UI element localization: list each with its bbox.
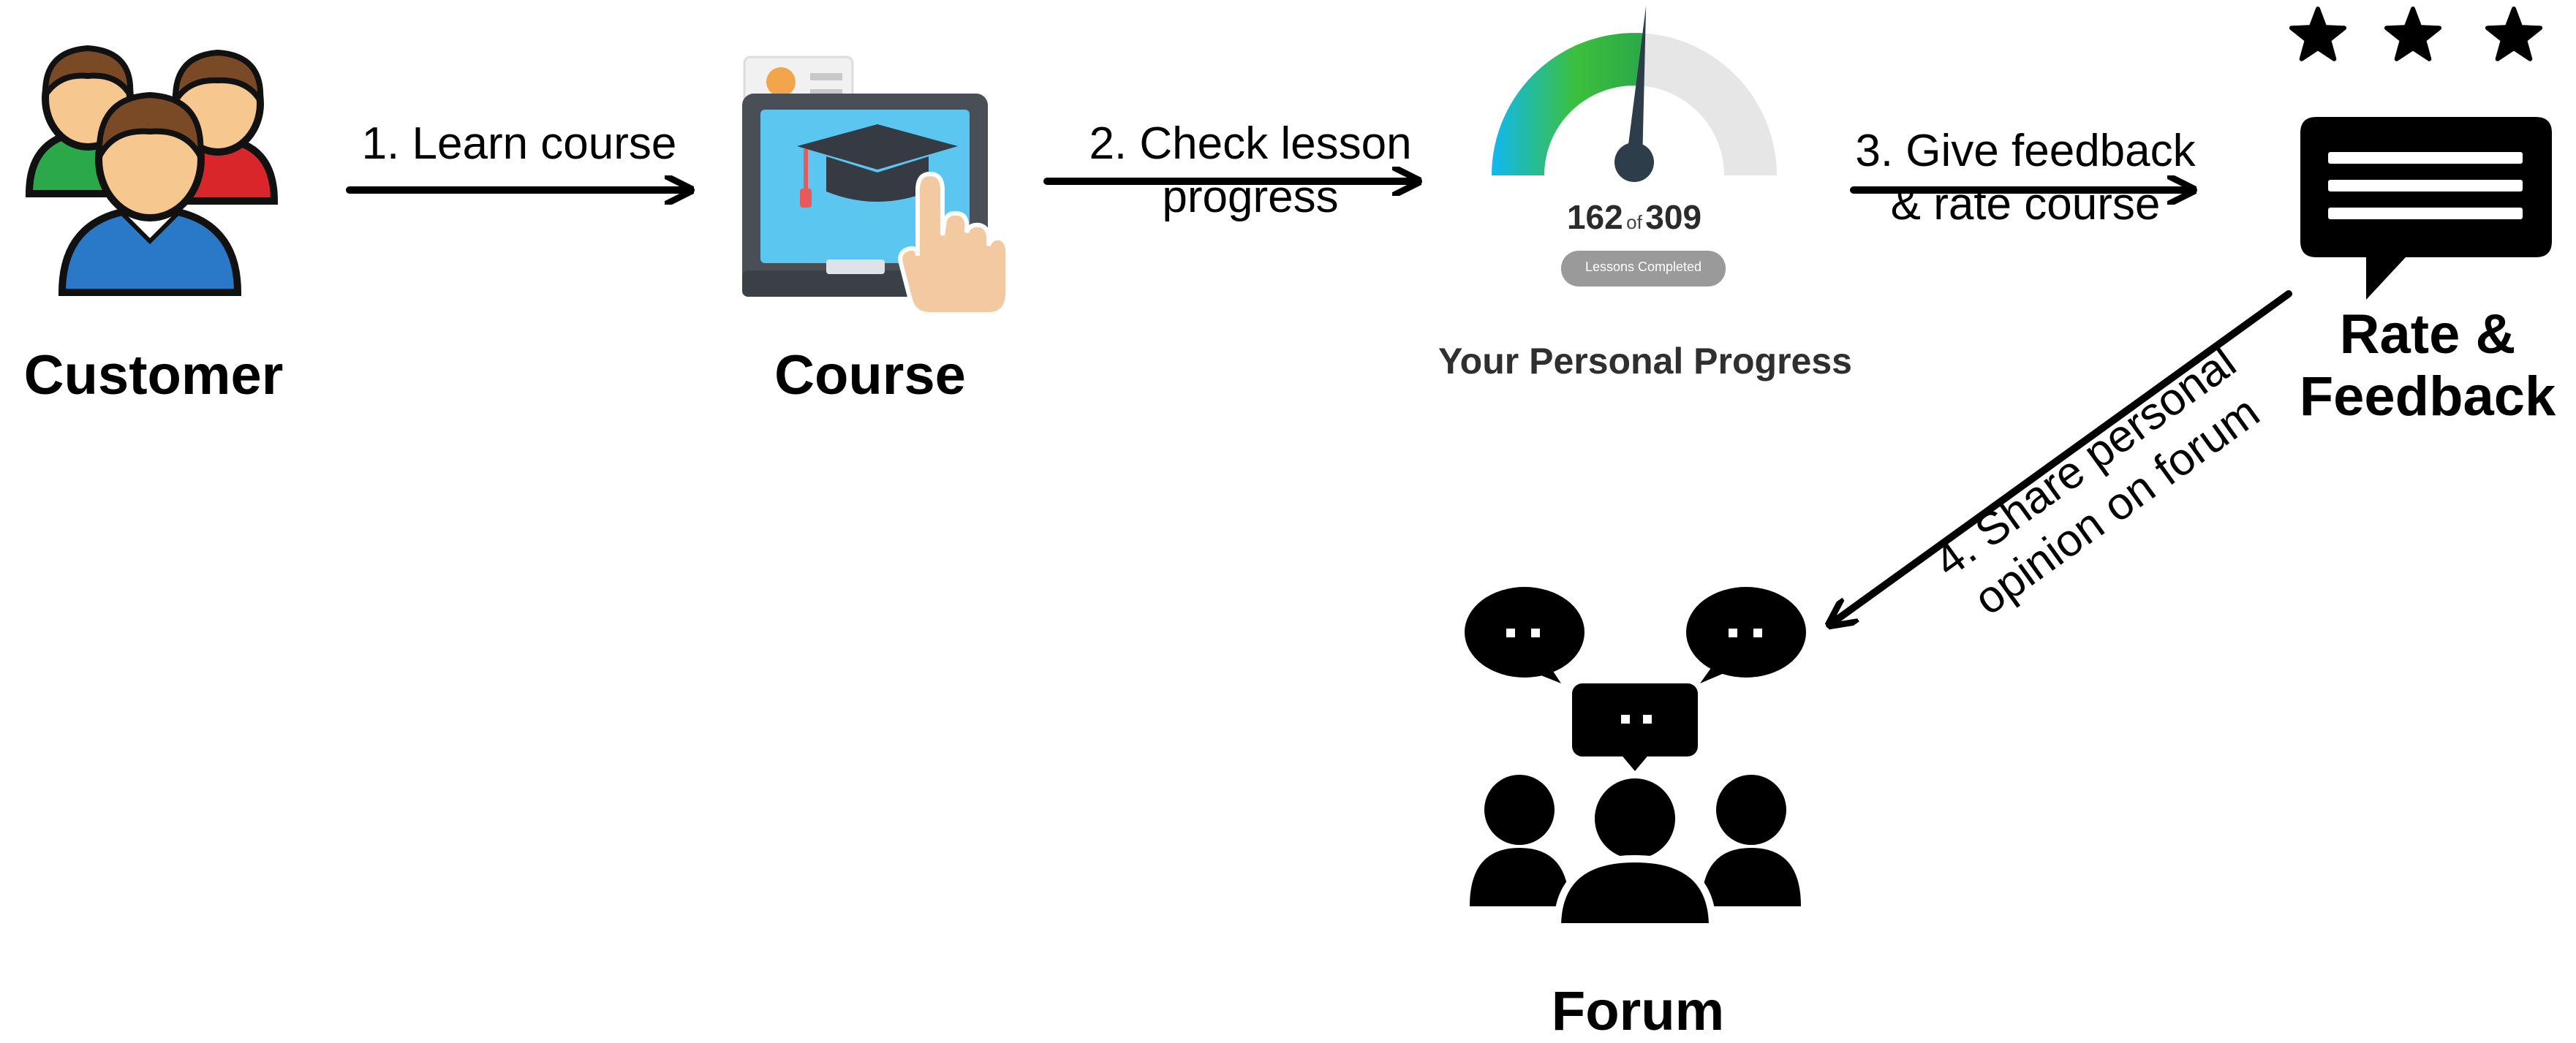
online-course-icon — [742, 56, 1010, 316]
progress-title: Your Personal Progress — [1438, 341, 1852, 382]
edge-label-check-line1: 2. Check lesson — [1089, 118, 1412, 169]
edge-label-learn: 1. Learn course — [361, 118, 677, 169]
edge-label-share: 4. Share personal opinion on forum — [1925, 337, 2268, 625]
workflow-arrows — [346, 181, 2292, 625]
feedback-message-icon — [2300, 117, 2552, 300]
progress-count: 162 of 309 — [1536, 197, 1733, 237]
forum-community-icon — [1465, 587, 1806, 930]
edge-label-check: 2. Check lesson progress — [1024, 117, 1477, 224]
star-icon — [2289, 7, 2347, 61]
progress-gauge-icon — [1492, 5, 1777, 182]
progress-of: of — [1626, 211, 1642, 233]
course-label: Course — [774, 344, 966, 406]
edge-label-check-line2: progress — [1162, 172, 1339, 223]
edge-label-feedback-line2: & rate course — [1890, 179, 2161, 230]
users-group-icon — [25, 45, 279, 296]
workflow-diagram: 4. Share personal opinion on forum Custo… — [0, 0, 2576, 1042]
rate-feedback-label-line2: Feedback — [2299, 365, 2556, 428]
edge-label-feedback: 3. Give feedback & rate course — [1806, 124, 2245, 231]
star-icon — [2485, 7, 2543, 61]
star-icon — [2384, 7, 2442, 61]
lessons-completed-text: Lessons Completed — [1561, 259, 1726, 275]
edge-label-feedback-line1: 3. Give feedback — [1855, 126, 2196, 176]
customer-label: Customer — [23, 344, 284, 406]
rate-feedback-label: Rate & Feedback — [2289, 303, 2566, 428]
rating-stars — [2289, 7, 2543, 61]
forum-label: Forum — [1551, 980, 1725, 1042]
progress-completed: 162 — [1566, 198, 1623, 236]
progress-total: 309 — [1645, 198, 1702, 236]
rate-feedback-label-line1: Rate & — [2339, 303, 2516, 365]
gauge-hub — [1614, 143, 1654, 182]
